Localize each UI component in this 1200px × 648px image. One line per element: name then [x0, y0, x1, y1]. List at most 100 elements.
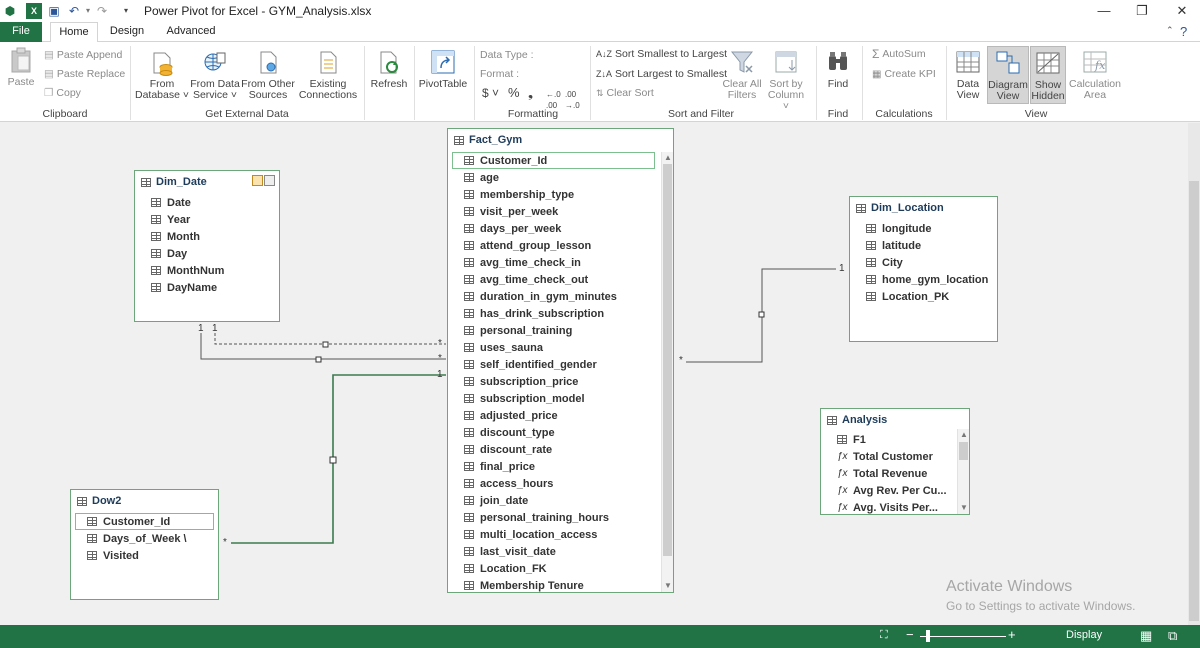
table-maximize-icon[interactable] — [264, 175, 275, 186]
column-item[interactable]: home_gym_location — [850, 271, 997, 288]
column-item[interactable]: discount_type — [448, 424, 659, 441]
table-menu-icon[interactable] — [252, 175, 263, 186]
from-other-sources-button[interactable]: From Other Sources — [240, 48, 296, 101]
column-item[interactable]: days_per_week — [448, 220, 659, 237]
autosum-button[interactable]: Σ AutoSum — [872, 48, 926, 60]
copy-button[interactable]: ❐ Copy — [44, 88, 81, 99]
column-item[interactable]: visit_per_week — [448, 203, 659, 220]
pivottable-button[interactable]: PivotTable — [416, 48, 470, 90]
relationship-date-fact-inactive[interactable] — [214, 333, 446, 345]
tab-advanced[interactable]: Advanced — [160, 22, 222, 42]
column-item[interactable]: multi_location_access — [448, 526, 659, 543]
create-kpi-button[interactable]: ▦ Create KPI — [872, 69, 936, 81]
measure-item[interactable]: ƒx Total Customer — [821, 448, 955, 465]
clear-sort-button[interactable]: ⇅ Clear Sort — [596, 88, 654, 99]
column-item[interactable]: latitude — [850, 237, 997, 254]
table-dow2[interactable]: Dow2 Customer_Id Days_of_Week \ Visited — [70, 489, 219, 600]
column-item[interactable]: Month — [135, 228, 279, 245]
zoom-slider[interactable] — [920, 636, 1006, 637]
table-scrollbar[interactable]: ▲ ▼ — [661, 152, 673, 592]
relationship-handle[interactable] — [758, 311, 765, 318]
close-button[interactable]: ✕ — [1164, 0, 1200, 22]
relationship-fact-dow2[interactable] — [231, 374, 446, 544]
column-item[interactable]: avg_time_check_in — [448, 254, 659, 271]
column-item[interactable]: age — [448, 169, 659, 186]
sort-by-column-button[interactable]: Sort by Column ˅ — [764, 48, 808, 112]
tab-design[interactable]: Design — [104, 22, 150, 42]
column-item[interactable]: Day — [135, 245, 279, 262]
save-icon[interactable]: ▣ — [46, 3, 62, 19]
tab-file[interactable]: File — [0, 22, 42, 42]
format-dropdown[interactable]: Format : — [480, 69, 519, 80]
column-item[interactable]: membership_type — [448, 186, 659, 203]
refresh-button[interactable]: Refresh — [366, 48, 412, 90]
table-dim-location[interactable]: Dim_Location longitude latitude City hom… — [849, 196, 998, 342]
table-fact-gym[interactable]: Fact_Gym Customer_Id age membership_type… — [447, 128, 674, 593]
show-hidden-button[interactable]: Show Hidden — [1030, 46, 1066, 104]
diagram-canvas[interactable]: 1 1 * * 1 * 1 * Dim_Date Date Year Month… — [0, 123, 1200, 625]
column-item[interactable]: Membership Tenure — [448, 577, 659, 594]
clear-all-filters-button[interactable]: Clear All Filters — [720, 48, 764, 101]
measure-item[interactable]: ƒx Avg Rev. Per Cu... — [821, 482, 955, 499]
fit-to-screen-icon[interactable]: ⛶ — [880, 629, 888, 642]
column-item[interactable]: personal_training — [448, 322, 659, 339]
column-item[interactable]: adjusted_price — [448, 407, 659, 424]
zoom-slider-thumb[interactable] — [926, 630, 930, 642]
column-item[interactable]: Year — [135, 211, 279, 228]
column-item[interactable]: Location_PK — [850, 288, 997, 305]
help-icon[interactable]: ? — [1180, 24, 1187, 39]
relationship-handle[interactable] — [322, 341, 329, 348]
relationship-handle[interactable] — [315, 356, 322, 363]
column-item[interactable]: longitude — [850, 220, 997, 237]
zoom-in-icon[interactable]: + — [1008, 627, 1016, 642]
find-button[interactable]: Find — [818, 48, 858, 90]
column-item[interactable]: Location_FK — [448, 560, 659, 577]
column-item[interactable]: duration_in_gym_minutes — [448, 288, 659, 305]
restore-button[interactable]: ❐ — [1124, 0, 1160, 22]
calculation-area-button[interactable]: fx Calculation Area — [1068, 46, 1122, 101]
currency-format-button[interactable]: $ ˅ — [482, 87, 499, 99]
column-item[interactable]: Date — [135, 194, 279, 211]
column-item-selected[interactable]: Customer_Id — [452, 152, 655, 169]
from-database-button[interactable]: From Database ˅ — [134, 48, 190, 101]
column-item[interactable]: City — [850, 254, 997, 271]
column-item[interactable]: avg_time_check_out — [448, 271, 659, 288]
column-item[interactable]: F1 — [821, 431, 955, 448]
zoom-out-icon[interactable]: − — [906, 627, 914, 642]
relationship-handle[interactable] — [329, 456, 337, 464]
column-item-selected[interactable]: Customer_Id — [75, 513, 214, 530]
customize-toolbar-icon[interactable]: ▾ — [118, 3, 134, 19]
diagram-view-button[interactable]: Diagram View — [987, 46, 1029, 104]
from-data-service-button[interactable]: From Data Service ˅ — [190, 48, 240, 101]
measure-item[interactable]: ƒx Total Revenue — [821, 465, 955, 482]
paste-replace-button[interactable]: ▤ Paste Replace — [44, 69, 125, 80]
table-scrollbar[interactable]: ▲ ▼ — [957, 429, 969, 514]
column-item[interactable]: attend_group_lesson — [448, 237, 659, 254]
column-item[interactable]: final_price — [448, 458, 659, 475]
minimize-button[interactable]: — — [1086, 0, 1122, 22]
diagram-view-icon[interactable]: ⧉ — [1168, 628, 1177, 644]
column-item[interactable]: self_identified_gender — [448, 356, 659, 373]
measure-item[interactable]: ƒx Avg. Visits Per... — [821, 499, 955, 516]
ribbon-collapse-icon[interactable]: ⌃ — [1166, 25, 1174, 36]
scroll-up-icon[interactable]: ▲ — [662, 152, 674, 164]
scrollbar-thumb[interactable] — [663, 164, 672, 556]
column-item[interactable]: MonthNum — [135, 262, 279, 279]
column-item[interactable]: discount_rate — [448, 441, 659, 458]
scroll-down-icon[interactable]: ▼ — [662, 580, 674, 592]
table-dim-date[interactable]: Dim_Date Date Year Month Day MonthNum Da… — [134, 170, 280, 322]
column-item[interactable]: access_hours — [448, 475, 659, 492]
column-item[interactable]: Visited — [71, 547, 218, 564]
grid-view-icon[interactable]: ▦ — [1140, 628, 1152, 644]
table-analysis[interactable]: Analysis F1 ƒx Total Customer ƒx Total Rev… — [820, 408, 970, 515]
redo-icon[interactable]: ↷ — [94, 3, 110, 19]
paste-append-button[interactable]: ▤ Paste Append — [44, 50, 122, 61]
scroll-up-icon[interactable]: ▲ — [958, 429, 970, 441]
sort-largest-button[interactable]: Z↓A Sort Largest to Smallest — [596, 69, 727, 80]
column-item[interactable]: join_date — [448, 492, 659, 509]
column-item[interactable]: subscription_price — [448, 373, 659, 390]
scrollbar-thumb[interactable] — [959, 442, 968, 460]
column-item[interactable]: personal_training_hours — [448, 509, 659, 526]
data-view-button[interactable]: Data View — [950, 46, 986, 101]
percent-format-button[interactable]: % — [508, 86, 520, 99]
